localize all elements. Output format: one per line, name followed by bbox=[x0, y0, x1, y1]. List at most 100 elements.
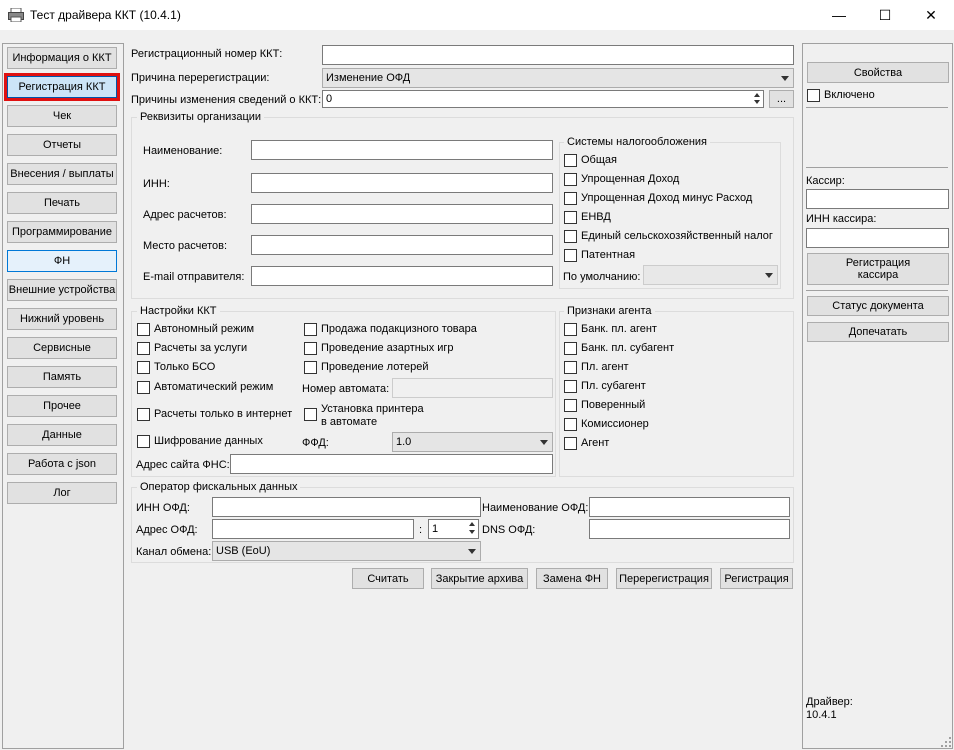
nav-print-button[interactable]: Печать bbox=[7, 192, 117, 214]
agent-payment-checkbox[interactable]: Пл. агент bbox=[564, 361, 629, 374]
change-reasons-input[interactable]: 0 bbox=[322, 90, 764, 108]
spin-up-icon[interactable] bbox=[469, 522, 475, 526]
reregistration-button[interactable]: Перерегистрация bbox=[616, 568, 712, 589]
resize-grip-icon[interactable] bbox=[940, 736, 952, 748]
nav-receipt-button[interactable]: Чек bbox=[7, 105, 117, 127]
chevron-down-icon bbox=[540, 440, 548, 445]
org-address-input[interactable] bbox=[251, 204, 553, 224]
fns-site-input[interactable] bbox=[230, 454, 553, 474]
ofd-address-input[interactable] bbox=[212, 519, 414, 539]
agent-bank-subagent-checkbox[interactable]: Банк. пл. субагент bbox=[564, 342, 674, 355]
doc-status-button[interactable]: Статус документа bbox=[807, 296, 949, 316]
close-button[interactable]: ✕ bbox=[908, 0, 954, 30]
nav-memory-button[interactable]: Память bbox=[7, 366, 117, 388]
nav-log-button[interactable]: Лог bbox=[7, 482, 117, 504]
services-checkbox[interactable]: Расчеты за услуги bbox=[137, 342, 247, 355]
reg-number-input[interactable] bbox=[322, 45, 794, 65]
chevron-down-icon bbox=[781, 76, 789, 81]
encryption-checkbox[interactable]: Шифрование данных bbox=[137, 435, 263, 448]
ffd-select[interactable]: 1.0 bbox=[392, 432, 553, 452]
excise-goods-checkbox[interactable]: Продажа подакцизного товара bbox=[304, 323, 477, 336]
agent-agent-checkbox[interactable]: Агент bbox=[564, 437, 609, 450]
bso-only-label: Только БСО bbox=[154, 361, 216, 373]
agent-attorney-label: Поверенный bbox=[581, 399, 646, 411]
chevron-down-icon bbox=[765, 273, 773, 278]
read-button[interactable]: Считать bbox=[352, 568, 424, 589]
agent-bank-subagent-label: Банк. пл. субагент bbox=[581, 342, 675, 354]
nav-lowlevel-button[interactable]: Нижний уровень bbox=[7, 308, 117, 330]
change-reasons-more-button[interactable]: ... bbox=[769, 90, 794, 108]
gambling-checkbox[interactable]: Проведение азартных игр bbox=[304, 342, 454, 355]
tax-patent-checkbox[interactable]: Патентная bbox=[564, 249, 635, 262]
nav-other-button[interactable]: Прочее bbox=[7, 395, 117, 417]
rereg-reason-select[interactable]: Изменение ОФД bbox=[322, 68, 794, 88]
org-inn-input[interactable] bbox=[251, 173, 553, 193]
registration-button[interactable]: Регистрация bbox=[720, 568, 793, 589]
ofd-name-input[interactable] bbox=[589, 497, 790, 517]
agent-payment-subagent-checkbox[interactable]: Пл. субагент bbox=[564, 380, 646, 393]
agent-agent-label: Агент bbox=[581, 437, 610, 449]
spin-down-icon[interactable] bbox=[754, 100, 760, 104]
bso-only-checkbox[interactable]: Только БСО bbox=[137, 361, 215, 374]
printer-in-automat-checkbox[interactable]: Установка принтера в автомате bbox=[304, 403, 424, 429]
spin-up-icon[interactable] bbox=[754, 93, 760, 97]
ofd-address-label: Адрес ОФД: bbox=[136, 524, 198, 536]
tax-usn-income-expense-checkbox[interactable]: Упрощенная Доход минус Расход bbox=[564, 192, 752, 205]
nav-info-button[interactable]: Информация о ККТ bbox=[7, 47, 117, 69]
ofd-dns-input[interactable] bbox=[589, 519, 790, 539]
printer-icon bbox=[8, 8, 24, 22]
ofd-port-separator: : bbox=[419, 524, 423, 536]
org-name-input[interactable] bbox=[251, 140, 553, 160]
change-reasons-label: Причины изменения сведений о ККТ: bbox=[131, 94, 322, 106]
properties-button[interactable]: Свойства bbox=[807, 62, 949, 83]
replace-fn-button[interactable]: Замена ФН bbox=[536, 568, 608, 589]
minimize-button[interactable]: — bbox=[816, 0, 862, 30]
reg-number-label: Регистрационный номер ККТ: bbox=[131, 48, 283, 60]
channel-select[interactable]: USB (EoU) bbox=[212, 541, 481, 561]
enabled-checkbox[interactable]: Включено bbox=[807, 89, 875, 102]
nav-fn-button[interactable]: ФН bbox=[7, 250, 117, 272]
register-cashier-button[interactable]: Регистрация кассира bbox=[807, 253, 949, 285]
nav-external-button[interactable]: Внешние устройства bbox=[7, 279, 117, 301]
nav-json-button[interactable]: Работа с json bbox=[7, 453, 117, 475]
agent-attorney-checkbox[interactable]: Поверенный bbox=[564, 399, 645, 412]
cashier-input[interactable] bbox=[806, 189, 949, 209]
reprint-button[interactable]: Допечатать bbox=[807, 322, 949, 342]
separator bbox=[806, 290, 948, 291]
spin-down-icon[interactable] bbox=[469, 530, 475, 534]
org-inn-label: ИНН: bbox=[143, 178, 170, 190]
right-panel bbox=[802, 43, 953, 749]
nav-programming-button[interactable]: Программирование bbox=[7, 221, 117, 243]
nav-reports-button[interactable]: Отчеты bbox=[7, 134, 117, 156]
close-archive-button[interactable]: Закрытие архива bbox=[431, 568, 528, 589]
tax-eshn-checkbox[interactable]: Единый сельскохозяйственный налог bbox=[564, 230, 773, 243]
automat-number-input[interactable] bbox=[392, 378, 553, 398]
agent-payment-subagent-label: Пл. субагент bbox=[581, 380, 646, 392]
nav-data-button[interactable]: Данные bbox=[7, 424, 117, 446]
org-email-input[interactable] bbox=[251, 266, 553, 286]
rereg-reason-value: Изменение ОФД bbox=[326, 72, 411, 84]
maximize-button[interactable]: ☐ bbox=[862, 0, 908, 30]
excise-goods-label: Продажа подакцизного товара bbox=[321, 323, 477, 335]
settings-group-title: Настройки ККТ bbox=[137, 305, 220, 317]
agent-bank-payment-checkbox[interactable]: Банк. пл. агент bbox=[564, 323, 657, 336]
cashier-inn-label: ИНН кассира: bbox=[806, 213, 877, 225]
lottery-checkbox[interactable]: Проведение лотерей bbox=[304, 361, 429, 374]
autonomous-mode-checkbox[interactable]: Автономный режим bbox=[137, 323, 254, 336]
tax-usn-income-checkbox[interactable]: Упрощенная Доход bbox=[564, 173, 679, 186]
cashier-inn-input[interactable] bbox=[806, 228, 949, 248]
ofd-inn-input[interactable] bbox=[212, 497, 481, 517]
nav-registration-button[interactable]: Регистрация ККТ bbox=[7, 76, 117, 98]
tax-general-checkbox[interactable]: Общая bbox=[564, 154, 617, 167]
internet-only-checkbox[interactable]: Расчеты только в интернет bbox=[137, 408, 292, 421]
nav-service-button[interactable]: Сервисные bbox=[7, 337, 117, 359]
org-place-input[interactable] bbox=[251, 235, 553, 255]
tax-default-select[interactable] bbox=[643, 265, 778, 285]
automat-number-label: Номер автомата: bbox=[302, 383, 390, 395]
separator bbox=[806, 107, 948, 108]
automatic-mode-checkbox[interactable]: Автоматический режим bbox=[137, 381, 273, 394]
agent-commission-checkbox[interactable]: Комиссионер bbox=[564, 418, 649, 431]
tax-envd-checkbox[interactable]: ЕНВД bbox=[564, 211, 611, 224]
ffd-value: 1.0 bbox=[396, 436, 412, 448]
nav-cash-button[interactable]: Внесения / выплаты bbox=[7, 163, 117, 185]
